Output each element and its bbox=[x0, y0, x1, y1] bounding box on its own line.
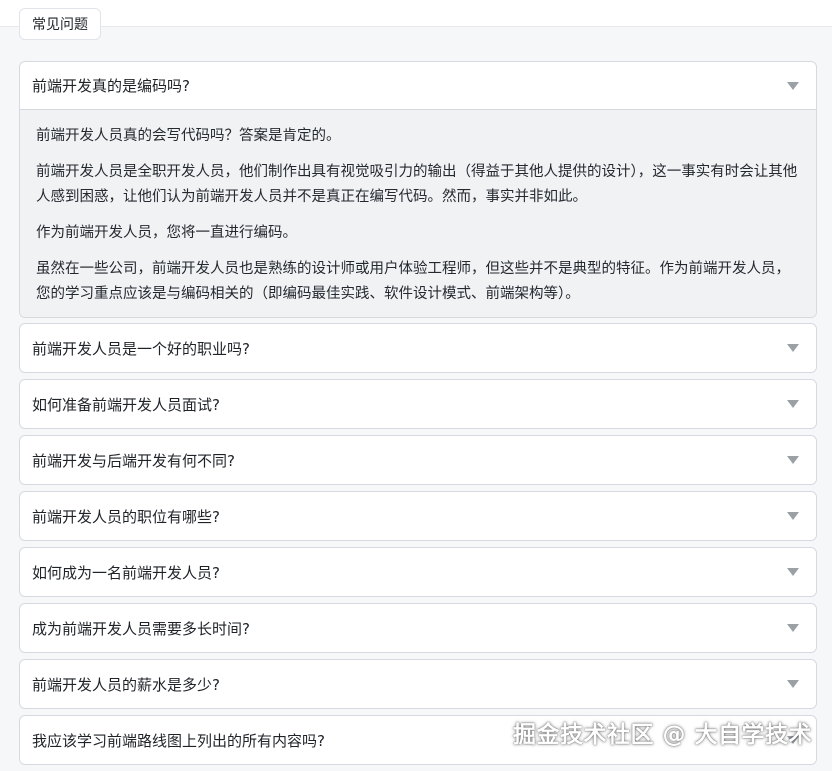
faq-answer-paragraph: 前端开发人员是全职开发人员，他们制作出具有视觉吸引力的输出（得益于其他人提供的设… bbox=[36, 164, 798, 205]
chevron-down-icon bbox=[787, 680, 799, 688]
faq-question-toggle[interactable]: 前端开发人员是一个好的职业吗? bbox=[20, 324, 816, 372]
faq-question-toggle[interactable]: 如何准备前端开发人员面试? bbox=[20, 380, 816, 428]
chevron-down-icon bbox=[787, 456, 799, 464]
section-tab-faq[interactable]: 常见问题 bbox=[19, 8, 101, 40]
faq-item[interactable]: 成为前端开发人员需要多长时间? bbox=[19, 603, 817, 653]
faq-item-open: 前端开发真的是编码吗? 前端开发人员真的会写代码吗？答案是肯定的。 前端开发人员… bbox=[19, 61, 817, 318]
faq-question-toggle[interactable]: 成为前端开发人员需要多长时间? bbox=[20, 604, 816, 652]
watermark: 掘金技术社区 @ 大自学技术 bbox=[512, 722, 812, 748]
faq-question-text: 前端开发人员的薪水是多少? bbox=[32, 675, 220, 694]
faq-question-toggle[interactable]: 前端开发真的是编码吗? bbox=[20, 62, 816, 110]
faq-answer: 前端开发人员真的会写代码吗？答案是肯定的。 前端开发人员是全职开发人员，他们制作… bbox=[20, 110, 816, 317]
faq-question-toggle[interactable]: 前端开发人员的职位有哪些? bbox=[20, 492, 816, 540]
faq-item[interactable]: 如何准备前端开发人员面试? bbox=[19, 379, 817, 429]
faq-question-text: 我应该学习前端路线图上列出的所有内容吗? bbox=[32, 731, 325, 750]
faq-item[interactable]: 如何成为一名前端开发人员? bbox=[19, 547, 817, 597]
faq-question-text: 前端开发人员是一个好的职业吗? bbox=[32, 339, 250, 358]
faq-answer-paragraph: 虽然在一些公司，前端开发人员也是熟练的设计师或用户体验工程师，但这些并不是典型的… bbox=[36, 261, 790, 302]
faq-item[interactable]: 前端开发人员的职位有哪些? bbox=[19, 491, 817, 541]
faq-item[interactable]: 前端开发人员是一个好的职业吗? bbox=[19, 323, 817, 373]
faq-question-toggle[interactable]: 如何成为一名前端开发人员? bbox=[20, 548, 816, 596]
faq-question-text: 如何成为一名前端开发人员? bbox=[32, 563, 220, 582]
faq-answer-paragraph: 作为前端开发人员，您将一直进行编码。 bbox=[36, 225, 297, 241]
chevron-down-icon bbox=[787, 624, 799, 632]
faq-question-text: 前端开发与后端开发有何不同? bbox=[32, 451, 235, 470]
faq-question-toggle[interactable]: 前端开发人员的薪水是多少? bbox=[20, 660, 816, 708]
chevron-down-icon bbox=[787, 344, 799, 352]
faq-question-text: 前端开发人员的职位有哪些? bbox=[32, 507, 220, 526]
faq-question-text: 如何准备前端开发人员面试? bbox=[32, 395, 220, 414]
chevron-down-icon bbox=[787, 568, 799, 576]
chevron-down-icon bbox=[787, 512, 799, 520]
top-band bbox=[0, 0, 832, 27]
faq-item[interactable]: 前端开发人员的薪水是多少? bbox=[19, 659, 817, 709]
faq-list: 前端开发真的是编码吗? 前端开发人员真的会写代码吗？答案是肯定的。 前端开发人员… bbox=[19, 61, 817, 771]
faq-question-text: 前端开发真的是编码吗? bbox=[32, 77, 190, 95]
faq-item[interactable]: 前端开发与后端开发有何不同? bbox=[19, 435, 817, 485]
chevron-down-icon bbox=[787, 81, 799, 90]
chevron-down-icon bbox=[787, 400, 799, 408]
faq-answer-paragraph: 前端开发人员真的会写代码吗？答案是肯定的。 bbox=[36, 128, 341, 144]
faq-question-toggle[interactable]: 前端开发与后端开发有何不同? bbox=[20, 436, 816, 484]
faq-question-text: 成为前端开发人员需要多长时间? bbox=[32, 619, 250, 638]
section-tab-label: 常见问题 bbox=[32, 17, 88, 33]
